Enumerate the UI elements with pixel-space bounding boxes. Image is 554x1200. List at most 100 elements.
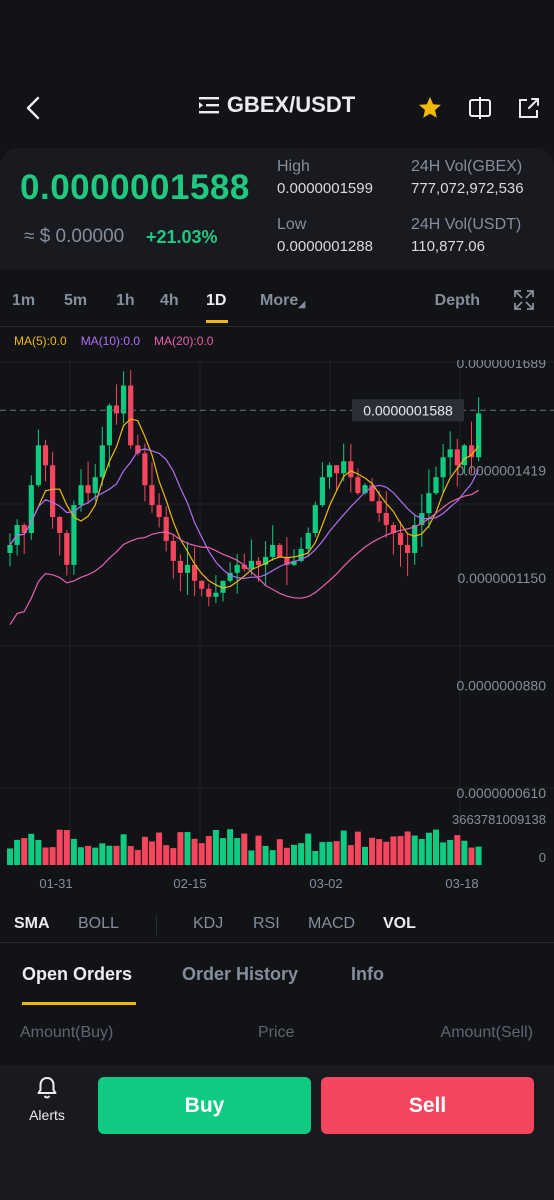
divider [0, 326, 554, 327]
volume-bar [227, 829, 234, 865]
indicator-rsi[interactable]: RSI [253, 915, 280, 933]
tab-order-history[interactable]: Order History [182, 964, 298, 985]
high-value: 0.0000001599 [277, 180, 373, 197]
sell-button[interactable]: Sell [321, 1077, 534, 1134]
candle-body [42, 445, 49, 466]
candle-body [433, 477, 439, 494]
volume-bar [113, 845, 120, 865]
candle-body [248, 560, 254, 569]
candle-body [163, 517, 169, 541]
volume-bar [440, 842, 447, 865]
interval-4h[interactable]: 4h [160, 292, 179, 310]
volume-bar [283, 847, 290, 865]
volume-bar [163, 845, 170, 865]
volume-bar [156, 832, 163, 865]
candle-body [305, 532, 311, 549]
indicator-kdj[interactable]: KDJ [193, 915, 223, 933]
volume-bar [454, 835, 461, 865]
col-price: Price [258, 1024, 295, 1041]
candle-body [35, 445, 41, 486]
price-axis-label: 0.0000001689 [456, 360, 546, 371]
list-icon [198, 97, 219, 114]
candle-body [199, 580, 205, 589]
interval-1d[interactable]: 1D [206, 292, 226, 310]
volume-bar [291, 844, 297, 865]
star-icon[interactable] [416, 94, 444, 122]
volume-bar [447, 839, 454, 865]
depth-tab[interactable]: Depth [435, 292, 480, 310]
volume-bar [14, 839, 21, 865]
volume-bar [390, 836, 397, 865]
candle-body [142, 453, 148, 486]
volume-bar [99, 843, 106, 865]
price-axis-label: 0.0000001419 [456, 463, 546, 479]
vol-quote-value: 110,877.06 [411, 238, 485, 255]
volume-bar [78, 847, 84, 865]
last-price: 0.0000001588 [20, 168, 250, 207]
volume-bar [56, 829, 63, 865]
tab-info[interactable]: Info [351, 964, 384, 985]
price-summary: 0.0000001588 ≈ $ 0.00000 +21.03% High 0.… [0, 148, 554, 270]
low-label: Low [277, 216, 307, 233]
volume-bar [149, 841, 155, 865]
volume-bar [106, 845, 113, 865]
candle-body [334, 465, 340, 474]
volume-bar [269, 850, 276, 865]
volume-bar [127, 846, 134, 865]
candle-body [106, 405, 112, 446]
expand-icon[interactable] [512, 288, 536, 312]
tab-open-orders[interactable]: Open Orders [22, 964, 132, 985]
col-amount-sell: Amount(Sell) [440, 1024, 533, 1041]
candle-body [177, 560, 183, 573]
ma-legend: MA(5):0.0 MA(10):0.0 MA(20):0.0 [14, 334, 213, 348]
indicator-vol[interactable]: VOL [383, 915, 416, 933]
volume-bar [241, 833, 248, 865]
volume-bar [319, 842, 326, 865]
candle-body [326, 465, 333, 478]
volume-bar [184, 832, 191, 865]
header: GBEX/USDT [0, 80, 554, 136]
candle-body [454, 449, 460, 466]
indicator-sma[interactable]: SMA [14, 915, 50, 933]
interval-1h[interactable]: 1h [116, 292, 135, 310]
current-price-label: 0.0000001588 [363, 402, 453, 418]
dropdown-triangle-icon: ◢ [298, 299, 306, 309]
indicator-macd[interactable]: MACD [308, 915, 355, 933]
volume-bar [262, 845, 269, 865]
split-icon[interactable] [466, 94, 494, 122]
volume-bar [198, 843, 205, 865]
orders-tabs: Open Orders Order History Info [0, 950, 554, 1010]
candlestick-chart[interactable]: 0.0000001689 0.0000001419 0.0000001150 0.00… [0, 360, 554, 900]
ma10-label: MA(10):0.0 [80, 334, 141, 348]
volume-bar [418, 839, 425, 865]
candle-body [270, 544, 276, 557]
volume-bar [347, 845, 354, 865]
divider [0, 942, 554, 943]
interval-5m[interactable]: 5m [64, 292, 87, 310]
volume-bar [42, 847, 49, 865]
candle-body [234, 564, 240, 573]
vol-base-value: 777,072,972,536 [411, 180, 524, 197]
alerts-button[interactable]: Alerts [22, 1075, 72, 1123]
volume-bar [411, 835, 418, 865]
candle-body [92, 477, 98, 494]
candle-body [64, 532, 70, 565]
indicator-boll[interactable]: BOLL [78, 915, 119, 933]
candle-body [397, 532, 404, 545]
ma20-label: MA(20):0.0 [154, 334, 214, 348]
candle-body [7, 544, 13, 553]
volume-bar [383, 841, 390, 865]
volume-bar [70, 838, 77, 865]
volume-bar [340, 830, 347, 865]
interval-1m[interactable]: 1m [12, 292, 35, 310]
share-icon[interactable] [515, 94, 543, 122]
volume-bar [21, 838, 28, 865]
bottom-action-bar: Alerts Buy Sell [0, 1065, 554, 1200]
interval-more[interactable]: More◢ [260, 292, 305, 310]
candle-body [50, 465, 56, 518]
candle-body [319, 477, 325, 506]
volume-bar [255, 835, 262, 865]
price-axis-label: 0.0000000880 [456, 677, 546, 693]
active-tab-indicator [22, 1002, 136, 1005]
buy-button[interactable]: Buy [98, 1077, 311, 1134]
